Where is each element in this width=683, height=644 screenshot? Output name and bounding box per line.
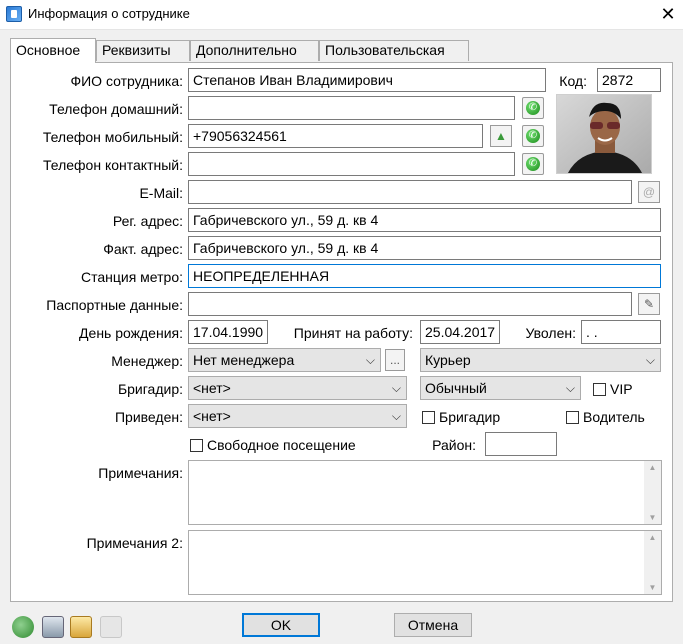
brigadier-checkbox[interactable]: Бригадир	[422, 409, 500, 425]
phone-contact-input[interactable]	[188, 152, 515, 176]
checkbox-box	[190, 439, 203, 452]
manager-select[interactable]: Нет менеджера ⌵	[188, 348, 381, 372]
checkbox-box	[593, 383, 606, 396]
cancel-button[interactable]: Отмена	[394, 613, 472, 637]
phone-contact-label: Телефон контактный:	[42, 157, 183, 173]
app-icon	[6, 6, 22, 22]
checkbox-box	[566, 411, 579, 424]
notes-label: Примечания:	[98, 465, 183, 481]
fired-input[interactable]: . .	[581, 320, 661, 344]
chevron-down-icon: ⌵	[391, 409, 401, 423]
print-icon[interactable]	[42, 616, 64, 638]
scroll-down-icon[interactable]: ▼	[644, 583, 661, 592]
tab-additional[interactable]: Дополнительно	[190, 40, 319, 61]
vip-checkbox[interactable]: VIP	[593, 381, 633, 397]
type-select-value: Обычный	[425, 380, 487, 396]
passport-input[interactable]	[188, 292, 632, 316]
reg-address-label: Рег. адрес:	[112, 213, 183, 229]
close-button[interactable]: ✕	[653, 0, 683, 30]
phone-mobile-input[interactable]: +79056324561	[188, 124, 483, 148]
tab-custom[interactable]: Пользовательская	[319, 40, 469, 61]
window-title: Информация о сотруднике	[28, 6, 190, 21]
chevron-down-icon: ⌵	[565, 381, 575, 395]
district-label: Район:	[432, 437, 476, 453]
call-home-button[interactable]: ✆	[522, 97, 544, 119]
tab-main[interactable]: Основное	[10, 38, 96, 63]
passport-edit-button[interactable]: ✎	[638, 293, 660, 315]
refresh-icon[interactable]	[12, 616, 34, 638]
manager-select-value: Нет менеджера	[193, 352, 295, 368]
person-photo-icon	[557, 95, 651, 173]
brigadier-select-value: <нет>	[193, 380, 231, 396]
driver-checkbox[interactable]: Водитель	[566, 409, 645, 425]
notes2-scrollbar[interactable]: ▲ ▼	[644, 531, 661, 594]
notes2-label: Примечания 2:	[86, 535, 183, 551]
phone-home-label: Телефон домашний:	[49, 101, 183, 117]
pen-icon: ✎	[643, 297, 655, 311]
referred-select-value: <нет>	[193, 408, 231, 424]
chevron-down-icon: ⌵	[645, 353, 655, 367]
brigadier-label: Бригадир:	[117, 381, 183, 397]
scroll-up-icon[interactable]: ▲	[644, 533, 661, 542]
hired-label: Принят на работу:	[293, 325, 413, 341]
metro-input[interactable]: НЕОПРЕДЕЛЕННАЯ	[188, 264, 661, 288]
fio-label: ФИО сотрудника:	[70, 73, 183, 89]
hired-input[interactable]: 25.04.2017	[420, 320, 500, 344]
employee-photo[interactable]	[556, 94, 652, 174]
folder-icon[interactable]	[70, 616, 92, 638]
district-input[interactable]	[485, 432, 557, 456]
disabled-tool-icon[interactable]	[100, 616, 122, 638]
phone-call-icon: ✆	[526, 157, 540, 171]
phone-mobile-label: Телефон мобильный:	[42, 129, 183, 145]
vip-checkbox-label: VIP	[610, 381, 633, 397]
birthday-input[interactable]: 17.04.1990	[188, 320, 268, 344]
tab-requisites[interactable]: Реквизиты	[96, 40, 190, 61]
birthday-label: День рождения:	[79, 325, 183, 341]
dialog-client: Основное Реквизиты Дополнительно Пользов…	[0, 30, 683, 644]
call-contact-button[interactable]: ✆	[522, 153, 544, 175]
fact-address-input[interactable]: Габричевского ул., 59 д. кв 4	[188, 236, 661, 260]
position-select-value: Курьер	[425, 352, 471, 368]
checkbox-box	[422, 411, 435, 424]
phone-call-icon: ✆	[526, 101, 540, 115]
email-button[interactable]: @	[638, 181, 660, 203]
upload-icon: ▲	[495, 129, 507, 143]
reg-address-input[interactable]: Габричевского ул., 59 д. кв 4	[188, 208, 661, 232]
title-bar: Информация о сотруднике ✕	[0, 0, 683, 30]
scroll-up-icon[interactable]: ▲	[644, 463, 661, 472]
position-select[interactable]: Курьер ⌵	[420, 348, 661, 372]
brigadier-checkbox-label: Бригадир	[439, 409, 501, 425]
notes-textarea[interactable]: ▲ ▼	[188, 460, 662, 525]
phone-call-icon: ✆	[526, 129, 540, 143]
email-label: E-Mail:	[139, 185, 183, 201]
code-input[interactable]: 2872	[597, 68, 661, 92]
chevron-down-icon: ⌵	[391, 381, 401, 395]
brigadier-select[interactable]: <нет> ⌵	[188, 376, 407, 400]
referred-select[interactable]: <нет> ⌵	[188, 404, 407, 428]
at-sign-icon: @	[642, 185, 656, 199]
free-visit-checkbox-label: Свободное посещение	[207, 437, 356, 453]
call-mobile-button[interactable]: ✆	[522, 125, 544, 147]
manager-label: Менеджер:	[111, 353, 183, 369]
referred-label: Приведен:	[114, 409, 183, 425]
scroll-down-icon[interactable]: ▼	[644, 513, 661, 522]
type-select[interactable]: Обычный ⌵	[420, 376, 581, 400]
ok-button[interactable]: OK	[242, 613, 320, 637]
phone-home-input[interactable]	[188, 96, 515, 120]
upload-button[interactable]: ▲	[490, 125, 512, 147]
chevron-down-icon: ⌵	[365, 353, 375, 367]
notes2-textarea[interactable]: ▲ ▼	[188, 530, 662, 595]
metro-label: Станция метро:	[80, 269, 183, 285]
passport-label: Паспортные данные:	[46, 297, 183, 313]
fio-input[interactable]: Степанов Иван Владимирович	[188, 68, 546, 92]
fact-address-label: Факт. адрес:	[103, 241, 183, 257]
fired-label: Уволен:	[525, 325, 576, 341]
email-input[interactable]	[188, 180, 632, 204]
free-visit-checkbox[interactable]: Свободное посещение	[190, 437, 356, 453]
manager-browse-button[interactable]: ...	[385, 349, 405, 371]
notes-scrollbar[interactable]: ▲ ▼	[644, 461, 661, 524]
driver-checkbox-label: Водитель	[583, 409, 645, 425]
code-label: Код:	[559, 73, 587, 89]
